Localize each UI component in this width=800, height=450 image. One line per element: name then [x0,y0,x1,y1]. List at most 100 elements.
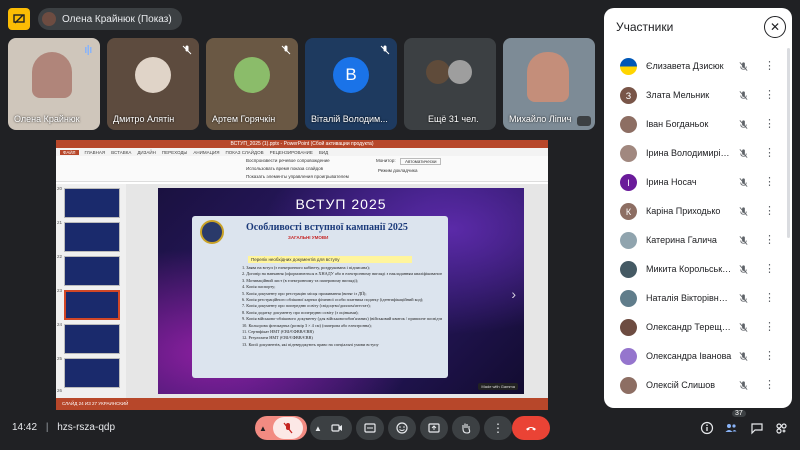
participant-avatar [620,290,637,307]
participant-name: Ірина Володимирівна ... [646,148,732,158]
ribbon-tab[interactable]: ПЕРЕХОДЫ [162,150,188,155]
video-tile[interactable]: Олена Крайнюк [8,38,100,130]
mic-button[interactable] [273,417,303,439]
ribbon-option[interactable]: Воспроизвести речевое сопровождение [246,158,330,163]
meeting-code: hzs-rsza-qdp [57,422,116,433]
camera-icon [331,424,342,432]
mic-off-icon [739,207,748,216]
video-tile[interactable]: В Віталій Володим... [305,38,397,130]
participant-row[interactable]: Олександр Терещенко ⋮ [604,313,792,342]
participant-row[interactable]: Микита Корольський ⋮ [604,255,792,284]
slide-canvas: ВСТУП 2025 ‹ › Особливості вступної камп… [158,188,524,394]
present-button[interactable] [420,416,448,440]
participant-avatar: З [620,87,637,104]
next-arrow-icon[interactable]: › [511,286,516,302]
participant-row[interactable]: Олексій Слишов ⋮ [604,371,792,400]
raise-hand-button[interactable] [452,416,480,440]
more-options-button[interactable]: ⋮ [484,416,512,440]
participant-row[interactable]: Іван Богданьок ⋮ [604,110,792,139]
more-vert-icon[interactable]: ⋮ [764,59,775,72]
documents-list: 1. Заява на вступ (з електронного кабіне… [242,265,442,348]
participant-row[interactable]: К Каріна Приходько ⋮ [604,197,792,226]
more-vert-icon[interactable]: ⋮ [764,175,775,188]
participant-avatar [620,116,637,133]
ribbon-tab[interactable]: ПОКАЗ СЛАЙДОВ [225,150,263,155]
ribbon-option[interactable]: Режим докладчика [378,168,417,173]
tile-name: Дмитро Алятін [113,114,175,124]
participant-row[interactable]: З Злата Мельник ⋮ [604,81,792,110]
ribbon-tab[interactable]: АНИМАЦИЯ [193,150,219,155]
ribbon-option[interactable]: Использовать время показа слайдов [246,166,323,171]
more-vert-icon[interactable]: ⋮ [764,320,775,333]
thumb-number: 25 [57,356,63,361]
participant-row[interactable]: І Ірина Носач ⋮ [604,168,792,197]
mic-off-icon [380,45,390,55]
ribbon-tab[interactable]: РЕЦЕНЗИРОВАНИЕ [270,150,313,155]
info-icon[interactable] [700,421,714,435]
participant-avatar [620,377,637,394]
chevron-up-icon[interactable]: ▲ [259,424,267,433]
more-vert-icon[interactable]: ⋮ [764,378,775,391]
more-vert-icon[interactable]: ⋮ [764,349,775,362]
slide-thumb[interactable] [64,324,120,354]
chat-icon[interactable] [750,421,764,435]
slide-thumb[interactable] [64,222,120,252]
participant-avatar: В [333,56,369,93]
reactions-button[interactable] [388,416,416,440]
presenter-chip[interactable]: Олена Крайнюк (Показ) [38,8,182,30]
more-vert-icon[interactable]: ⋮ [764,88,775,101]
slide-thumb[interactable] [64,358,120,388]
monitor-label: Монитор: [376,158,396,163]
mic-off-icon [182,45,192,55]
camera-button[interactable]: ▲ [310,416,352,440]
ribbon-tab[interactable]: ВСТАВКА [111,150,131,155]
more-vert-icon[interactable]: ⋮ [764,291,775,304]
pin-icon[interactable] [577,116,591,126]
participant-row[interactable]: Єлизавета Дзисюк ⋮ [604,52,792,81]
leave-call-button[interactable] [512,416,550,440]
participant-name: Олександр Терещенко [646,322,732,332]
participant-avatar [620,232,637,249]
participant-count-badge: 37 [732,410,746,417]
monitor-select[interactable]: Автоматически [400,158,442,165]
thumb-number: 22 [57,254,63,259]
participant-row[interactable]: Олександра Іванова ⋮ [604,342,792,371]
participant-name: Каріна Приходько [646,206,721,216]
slide-thumb[interactable] [64,256,120,286]
mic-off-icon [739,381,748,390]
ribbon-tab[interactable]: ВИД [319,150,328,155]
video-tile[interactable]: Михайло Ліпич [503,38,595,130]
mic-off-icon [283,422,293,434]
activities-icon[interactable] [774,421,788,435]
participant-row[interactable]: Ірина Володимирівна ... ⋮ [604,139,792,168]
more-participants-tile[interactable]: Ещё 31 чел. [404,38,496,130]
more-vert-icon[interactable]: ⋮ [764,146,775,159]
presentation-icon[interactable] [8,8,30,30]
more-vert-icon[interactable]: ⋮ [764,233,775,246]
slide-thumb-selected[interactable] [64,290,120,320]
more-vert-icon[interactable]: ⋮ [764,204,775,217]
list-item: 2. Договір на навчання (оформлюються в Х… [242,271,442,277]
shared-screen: ВСТУП_2025 (1).pptx - PowerPoint (Сбой а… [56,140,548,410]
more-vert-icon[interactable]: ⋮ [764,117,775,130]
list-item: 13. Копії документів, які підтверджують … [242,341,379,347]
close-panel-button[interactable]: ✕ [764,16,786,38]
participant-row[interactable]: Катерина Галича ⋮ [604,226,792,255]
ribbon-tab[interactable]: ГЛАВНАЯ [85,150,106,155]
speaking-icon [85,45,92,55]
ribbon-tab[interactable]: ФАЙЛ [60,149,79,155]
people-icon[interactable] [724,421,738,435]
participant-row[interactable]: Наталія Вікторівна Вис... ⋮ [604,284,792,313]
mic-off-icon [281,45,291,55]
ribbon-option[interactable]: Показать элементы управления проигрывате… [246,174,349,179]
mic-off-icon [739,178,748,187]
ribbon-tab[interactable]: ДИЗАЙН [137,150,156,155]
participant-avatar [620,348,637,365]
video-tile[interactable]: Артем Горячкін [206,38,298,130]
more-vert-icon[interactable]: ⋮ [764,262,775,275]
clock: 14:42 [12,422,38,433]
captions-button[interactable] [356,416,384,440]
video-tile[interactable]: Дмитро Алятін [107,38,199,130]
slide-thumb[interactable] [64,188,120,218]
chevron-up-icon[interactable]: ▲ [314,424,322,433]
